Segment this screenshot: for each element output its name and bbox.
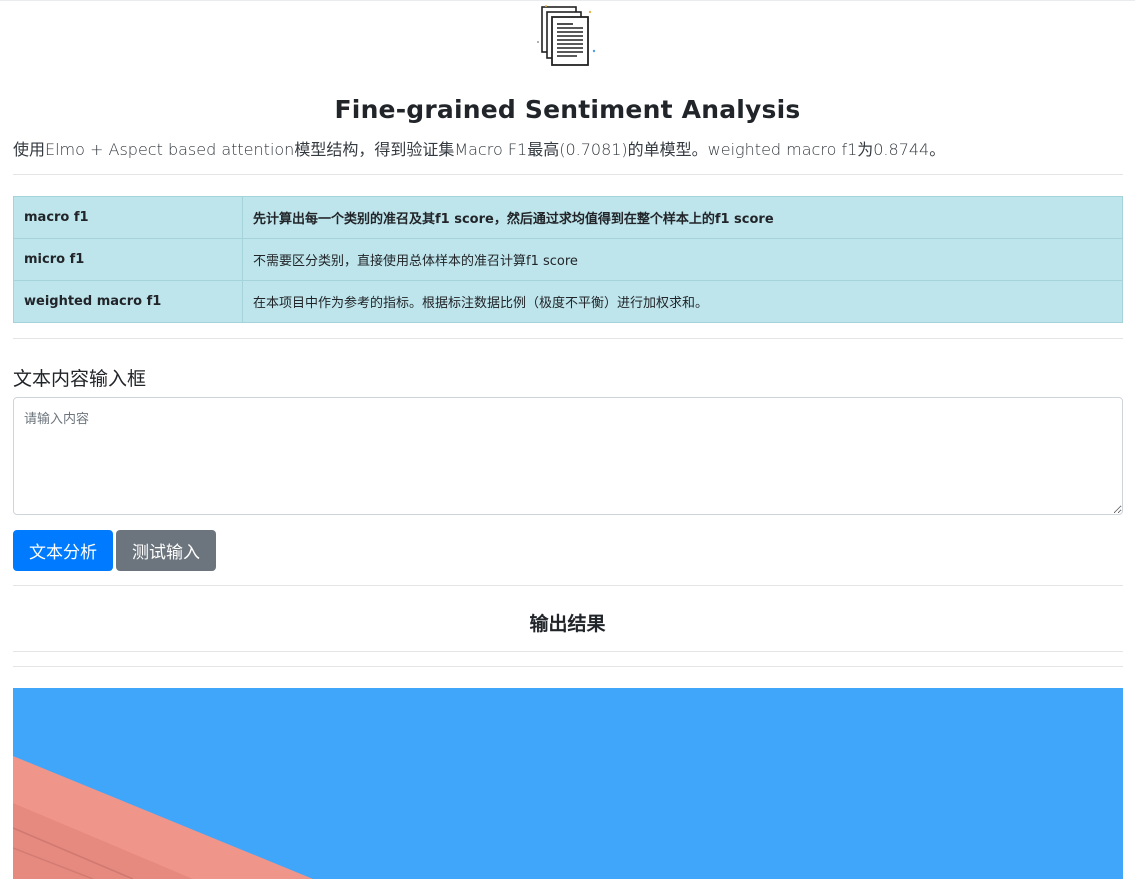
table-row: weighted macro f1 在本项目中作为参考的指标。根据标注数据比例（…	[13, 280, 1123, 323]
output-heading: 输出结果	[529, 613, 606, 635]
page-title: Fine-grained Sentiment Analysis	[334, 95, 801, 124]
document-stack-icon	[533, 4, 599, 70]
divider	[13, 338, 1123, 339]
metric-name: weighted macro f1	[13, 280, 243, 323]
divider	[13, 174, 1123, 175]
test-input-button[interactable]: 测试输入	[116, 530, 216, 571]
result-image	[13, 688, 1123, 879]
table-row: macro f1 先计算出每一个类别的准召及其f1 score，然后通过求均值得…	[13, 196, 1123, 239]
metrics-table: macro f1 先计算出每一个类别的准召及其f1 score，然后通过求均值得…	[13, 196, 1123, 323]
analyze-button[interactable]: 文本分析	[13, 530, 113, 571]
table-row: micro f1 不需要区分类别，直接使用总体样本的准召计算f1 score	[13, 238, 1123, 281]
input-section-label: 文本内容输入框	[13, 368, 147, 390]
metric-name: macro f1	[13, 196, 243, 239]
top-divider	[0, 0, 1135, 1]
metric-name: micro f1	[13, 238, 243, 281]
divider	[13, 651, 1123, 652]
divider	[13, 585, 1123, 586]
metric-description: 在本项目中作为参考的指标。根据标注数据比例（极度不平衡）进行加权求和。	[242, 280, 1123, 323]
text-content-input[interactable]	[13, 397, 1123, 515]
metric-description: 先计算出每一个类别的准召及其f1 score，然后通过求均值得到在整个样本上的f…	[242, 196, 1123, 239]
divider	[13, 666, 1123, 667]
page-subtitle: 使用Elmo + Aspect based attention模型结构，得到验证…	[13, 140, 946, 159]
metric-description: 不需要区分类别，直接使用总体样本的准召计算f1 score	[242, 238, 1123, 281]
page: Fine-grained Sentiment Analysis 使用Elmo +…	[0, 0, 1135, 879]
